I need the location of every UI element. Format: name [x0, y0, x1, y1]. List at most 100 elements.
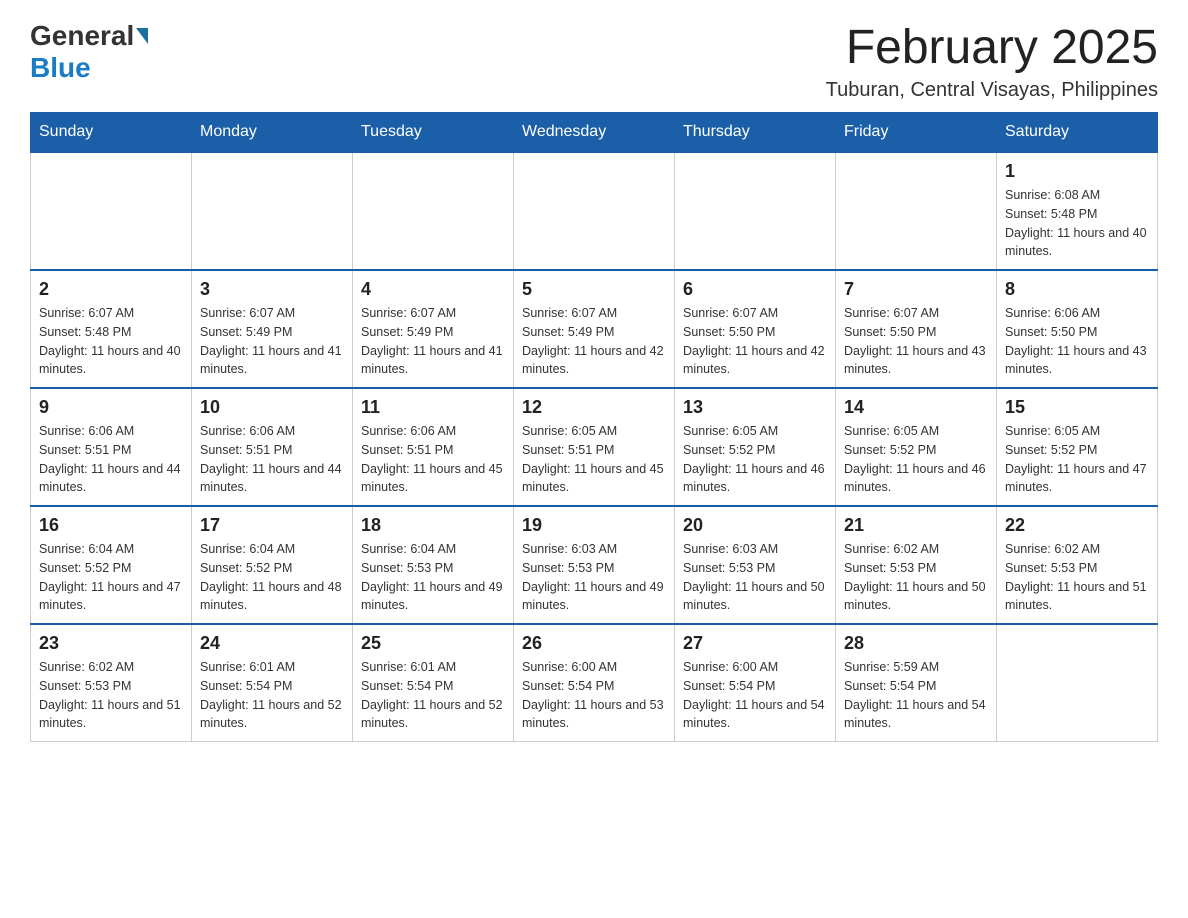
- day-number: 12: [522, 397, 666, 418]
- calendar-week-1: 1 Sunrise: 6:08 AMSunset: 5:48 PMDaylight…: [31, 152, 1158, 270]
- calendar-cell: 20 Sunrise: 6:03 AMSunset: 5:53 PMDayligh…: [675, 506, 836, 624]
- day-info: Sunrise: 5:59 AMSunset: 5:54 PMDaylight:…: [844, 658, 988, 733]
- day-info: Sunrise: 6:07 AMSunset: 5:49 PMDaylight:…: [200, 304, 344, 379]
- calendar-cell: 24 Sunrise: 6:01 AMSunset: 5:54 PMDayligh…: [192, 624, 353, 742]
- day-number: 18: [361, 515, 505, 536]
- day-number: 9: [39, 397, 183, 418]
- day-number: 8: [1005, 279, 1149, 300]
- day-number: 25: [361, 633, 505, 654]
- weekday-header-row: SundayMondayTuesdayWednesdayThursdayFrid…: [31, 113, 1158, 153]
- day-info: Sunrise: 6:07 AMSunset: 5:50 PMDaylight:…: [683, 304, 827, 379]
- day-number: 16: [39, 515, 183, 536]
- day-info: Sunrise: 6:05 AMSunset: 5:52 PMDaylight:…: [844, 422, 988, 497]
- main-title: February 2025: [826, 20, 1158, 75]
- day-number: 2: [39, 279, 183, 300]
- calendar-header: SundayMondayTuesdayWednesdayThursdayFrid…: [31, 113, 1158, 153]
- calendar-cell: 14 Sunrise: 6:05 AMSunset: 5:52 PMDayligh…: [836, 388, 997, 506]
- calendar-cell: 6 Sunrise: 6:07 AMSunset: 5:50 PMDaylight…: [675, 270, 836, 388]
- day-number: 6: [683, 279, 827, 300]
- day-info: Sunrise: 6:05 AMSunset: 5:52 PMDaylight:…: [1005, 422, 1149, 497]
- calendar-cell: [836, 152, 997, 270]
- calendar-cell: [192, 152, 353, 270]
- day-info: Sunrise: 6:02 AMSunset: 5:53 PMDaylight:…: [844, 540, 988, 615]
- day-info: Sunrise: 6:06 AMSunset: 5:50 PMDaylight:…: [1005, 304, 1149, 379]
- day-number: 28: [844, 633, 988, 654]
- calendar-cell: 5 Sunrise: 6:07 AMSunset: 5:49 PMDaylight…: [514, 270, 675, 388]
- calendar-cell: 3Sunrise: 6:07 AMSunset: 5:49 PMDaylight…: [192, 270, 353, 388]
- day-number: 14: [844, 397, 988, 418]
- calendar-cell: 23 Sunrise: 6:02 AMSunset: 5:53 PMDayligh…: [31, 624, 192, 742]
- calendar-week-2: 2Sunrise: 6:07 AMSunset: 5:48 PMDaylight…: [31, 270, 1158, 388]
- day-info: Sunrise: 6:05 AMSunset: 5:52 PMDaylight:…: [683, 422, 827, 497]
- calendar-cell: 1 Sunrise: 6:08 AMSunset: 5:48 PMDaylight…: [997, 152, 1158, 270]
- day-info: Sunrise: 6:02 AMSunset: 5:53 PMDaylight:…: [39, 658, 183, 733]
- calendar-cell: 18Sunrise: 6:04 AMSunset: 5:53 PMDayligh…: [353, 506, 514, 624]
- day-info: Sunrise: 6:06 AMSunset: 5:51 PMDaylight:…: [39, 422, 183, 497]
- calendar-cell: 21 Sunrise: 6:02 AMSunset: 5:53 PMDayligh…: [836, 506, 997, 624]
- calendar-cell: 12 Sunrise: 6:05 AMSunset: 5:51 PMDayligh…: [514, 388, 675, 506]
- calendar-week-4: 16 Sunrise: 6:04 AMSunset: 5:52 PMDayligh…: [31, 506, 1158, 624]
- logo-general-text: General: [30, 20, 134, 52]
- day-info: Sunrise: 6:08 AMSunset: 5:48 PMDaylight:…: [1005, 186, 1149, 261]
- calendar-cell: 28 Sunrise: 5:59 AMSunset: 5:54 PMDayligh…: [836, 624, 997, 742]
- calendar-cell: [675, 152, 836, 270]
- day-number: 13: [683, 397, 827, 418]
- title-area: February 2025 Tuburan, Central Visayas, …: [826, 20, 1158, 102]
- weekday-header-thursday: Thursday: [675, 113, 836, 153]
- calendar-cell: 22Sunrise: 6:02 AMSunset: 5:53 PMDayligh…: [997, 506, 1158, 624]
- logo: General Blue: [30, 20, 150, 84]
- day-number: 17: [200, 515, 344, 536]
- calendar-body: 1 Sunrise: 6:08 AMSunset: 5:48 PMDaylight…: [31, 152, 1158, 742]
- day-info: Sunrise: 6:01 AMSunset: 5:54 PMDaylight:…: [361, 658, 505, 733]
- day-number: 21: [844, 515, 988, 536]
- day-info: Sunrise: 6:05 AMSunset: 5:51 PMDaylight:…: [522, 422, 666, 497]
- weekday-header-friday: Friday: [836, 113, 997, 153]
- calendar-cell: 13 Sunrise: 6:05 AMSunset: 5:52 PMDayligh…: [675, 388, 836, 506]
- calendar-cell: 26Sunrise: 6:00 AMSunset: 5:54 PMDayligh…: [514, 624, 675, 742]
- calendar-cell: [514, 152, 675, 270]
- page-header: General Blue February 2025 Tuburan, Cent…: [30, 20, 1158, 102]
- calendar-cell: [353, 152, 514, 270]
- day-number: 4: [361, 279, 505, 300]
- logo-blue-text: Blue: [30, 52, 91, 83]
- calendar-week-5: 23 Sunrise: 6:02 AMSunset: 5:53 PMDayligh…: [31, 624, 1158, 742]
- weekday-header-sunday: Sunday: [31, 113, 192, 153]
- calendar-week-3: 9 Sunrise: 6:06 AMSunset: 5:51 PMDaylight…: [31, 388, 1158, 506]
- calendar-cell: 17Sunrise: 6:04 AMSunset: 5:52 PMDayligh…: [192, 506, 353, 624]
- day-info: Sunrise: 6:07 AMSunset: 5:49 PMDaylight:…: [361, 304, 505, 379]
- day-number: 24: [200, 633, 344, 654]
- day-number: 5: [522, 279, 666, 300]
- calendar-cell: 2Sunrise: 6:07 AMSunset: 5:48 PMDaylight…: [31, 270, 192, 388]
- day-number: 22: [1005, 515, 1149, 536]
- day-info: Sunrise: 6:00 AMSunset: 5:54 PMDaylight:…: [683, 658, 827, 733]
- day-number: 23: [39, 633, 183, 654]
- calendar-cell: 10Sunrise: 6:06 AMSunset: 5:51 PMDayligh…: [192, 388, 353, 506]
- weekday-header-monday: Monday: [192, 113, 353, 153]
- calendar-cell: 11 Sunrise: 6:06 AMSunset: 5:51 PMDayligh…: [353, 388, 514, 506]
- subtitle: Tuburan, Central Visayas, Philippines: [826, 79, 1158, 102]
- weekday-header-wednesday: Wednesday: [514, 113, 675, 153]
- calendar-cell: 8 Sunrise: 6:06 AMSunset: 5:50 PMDaylight…: [997, 270, 1158, 388]
- day-info: Sunrise: 6:07 AMSunset: 5:50 PMDaylight:…: [844, 304, 988, 379]
- day-info: Sunrise: 6:01 AMSunset: 5:54 PMDaylight:…: [200, 658, 344, 733]
- weekday-header-saturday: Saturday: [997, 113, 1158, 153]
- day-number: 26: [522, 633, 666, 654]
- day-number: 27: [683, 633, 827, 654]
- day-info: Sunrise: 6:04 AMSunset: 5:52 PMDaylight:…: [39, 540, 183, 615]
- day-number: 20: [683, 515, 827, 536]
- day-info: Sunrise: 6:07 AMSunset: 5:49 PMDaylight:…: [522, 304, 666, 379]
- calendar-cell: 9 Sunrise: 6:06 AMSunset: 5:51 PMDaylight…: [31, 388, 192, 506]
- day-number: 15: [1005, 397, 1149, 418]
- calendar-cell: 7Sunrise: 6:07 AMSunset: 5:50 PMDaylight…: [836, 270, 997, 388]
- calendar-cell: 19Sunrise: 6:03 AMSunset: 5:53 PMDayligh…: [514, 506, 675, 624]
- day-info: Sunrise: 6:06 AMSunset: 5:51 PMDaylight:…: [200, 422, 344, 497]
- calendar-cell: 16 Sunrise: 6:04 AMSunset: 5:52 PMDayligh…: [31, 506, 192, 624]
- logo-arrow-icon: [136, 28, 148, 44]
- day-info: Sunrise: 6:03 AMSunset: 5:53 PMDaylight:…: [683, 540, 827, 615]
- day-number: 11: [361, 397, 505, 418]
- calendar-table: SundayMondayTuesdayWednesdayThursdayFrid…: [30, 112, 1158, 742]
- day-number: 1: [1005, 161, 1149, 182]
- weekday-header-tuesday: Tuesday: [353, 113, 514, 153]
- calendar-cell: [31, 152, 192, 270]
- day-info: Sunrise: 6:06 AMSunset: 5:51 PMDaylight:…: [361, 422, 505, 497]
